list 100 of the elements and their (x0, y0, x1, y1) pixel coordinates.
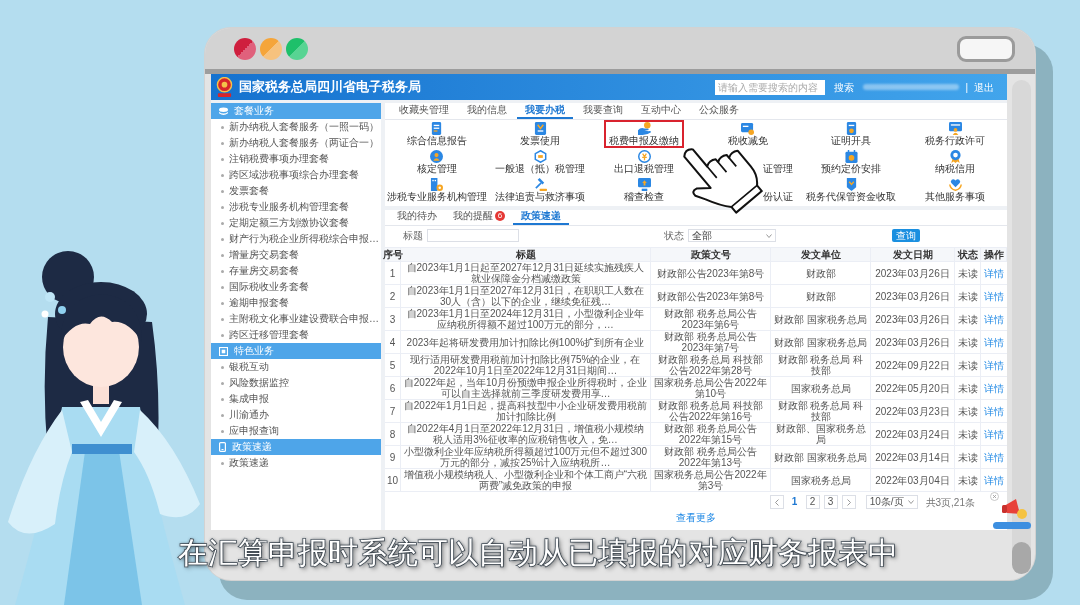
sidebar-item[interactable]: 风险数据监控 (211, 375, 381, 391)
table-cell: 2022年09月22日 (871, 354, 955, 376)
main-tab[interactable]: 我的信息 (459, 102, 515, 119)
table-cell: 未读 (955, 469, 981, 491)
notice-tab[interactable]: 政策速递 (513, 209, 569, 225)
table-cell: 财政部 税务总局 科技部公告2022年第28号 (651, 354, 771, 376)
sidebar-item[interactable]: 集成申报 (211, 391, 381, 407)
table-cell: 2022年03月04日 (871, 469, 955, 491)
table-cell: 未读 (955, 331, 981, 353)
service-link[interactable]: 税务行政许可 (920, 120, 991, 148)
sidebar-item[interactable]: 应申报查询 (211, 423, 381, 439)
table-cell: 现行适用研发费用税前加计扣除比例75%的企业，在2022年10月1日至2022年12月31日期间… (401, 354, 651, 376)
table-cell: 财政部 国家税务总局 (771, 331, 871, 353)
main-tab[interactable]: 互动中心 (633, 102, 689, 119)
table-cell: 财政部 税务总局公告2022年第13号 (651, 446, 771, 468)
view-more-link[interactable]: 查看更多 (676, 512, 716, 524)
sidebar-item[interactable]: 主附税文化事业建设费联合申报… (211, 311, 381, 327)
column-header: 政策文号 (651, 248, 771, 261)
megaphone-icon[interactable] (1002, 496, 1028, 520)
table-cell: 2023年03月26日 (871, 308, 955, 330)
service-link[interactable]: 纳税信用 (930, 148, 981, 176)
scrollbar-thumb[interactable] (1011, 542, 1031, 574)
sidebar-item[interactable]: 注销税费事项办理套餐 (211, 151, 381, 167)
emblem-icon (216, 77, 233, 97)
table-cell: 自2023年1月1日至2024年12月31日，小型微利企业年应纳税所得额不超过100万元的部分，… (401, 308, 651, 330)
service-link[interactable]: 出口退税管理 (609, 148, 680, 176)
details-link[interactable]: 详情 (984, 451, 1004, 463)
service-link[interactable]: 税收减免 (722, 120, 773, 148)
sidebar-item[interactable]: 新办纳税人套餐服务（两证合一） (211, 135, 381, 151)
page-button[interactable]: 1 (787, 495, 802, 509)
bullet-icon (221, 237, 224, 241)
title-field[interactable] (427, 229, 519, 242)
sidebar-item[interactable]: 财产行为税企业所得税综合申报… (211, 231, 381, 247)
table-cell: 2 (385, 285, 401, 307)
main-tab[interactable]: 收藏夹管理 (391, 102, 457, 119)
table-cell: 2022年03月14日 (871, 446, 955, 468)
hand-coin-icon (637, 122, 651, 135)
service-link[interactable]: 一般退（抵）税管理 (490, 148, 591, 176)
filter-label: 状态 (664, 229, 684, 243)
sidebar-item[interactable]: 政策速递 (211, 455, 381, 471)
notice-tab[interactable]: 我的提醒 6 (445, 209, 513, 225)
notice-tab[interactable]: 我的待办 (389, 209, 445, 225)
service-link[interactable]: 其他服务事项 (920, 176, 991, 204)
details-link[interactable]: 详情 (984, 359, 1004, 371)
details-link[interactable]: 详情 (984, 382, 1004, 394)
table-cell: 未读 (955, 423, 981, 445)
sidebar-item[interactable]: 发票套餐 (211, 183, 381, 199)
page-size-select[interactable]: 10条/页 (865, 495, 918, 509)
table-cell: 3 (385, 308, 401, 330)
main-tab[interactable]: 我要查询 (575, 102, 631, 119)
sidebar-item[interactable]: 跨区迁移管理套餐 (211, 327, 381, 343)
bullet-icon (221, 205, 224, 209)
sidebar-item[interactable]: 跨区域涉税事项综合办理套餐 (211, 167, 381, 183)
sidebar-item[interactable]: 新办纳税人套餐服务（一照一码） (211, 119, 381, 135)
details-link[interactable]: 详情 (984, 267, 1004, 279)
details-link[interactable]: 详情 (984, 336, 1004, 348)
bullet-icon (221, 317, 224, 321)
service-link[interactable]: 法律追责与救济事项 (490, 176, 591, 204)
separator-text: | (965, 80, 968, 95)
window-maximize-icon[interactable] (286, 37, 308, 60)
service-link[interactable]: 发票使用 (515, 120, 566, 148)
search-field[interactable]: 请输入需要搜索的内容 (715, 79, 826, 95)
sidebar-item[interactable]: 定期定额三方划缴协议套餐 (211, 215, 381, 231)
window-close-icon[interactable] (234, 37, 256, 60)
bullet-icon (221, 333, 224, 337)
gavel-icon (534, 178, 547, 191)
service-link[interactable]: 税费申报及缴纳 (604, 120, 685, 148)
page-button[interactable]: 3 (823, 495, 838, 509)
sidebar-item[interactable]: 国际税收业务套餐 (211, 279, 381, 295)
close-icon[interactable] (990, 492, 999, 501)
service-link[interactable]: 核定管理 (411, 148, 462, 176)
count-badge: 6 (495, 211, 505, 221)
window-pill-button[interactable] (957, 35, 1015, 62)
next-page-button[interactable] (841, 495, 856, 509)
bullet-icon (221, 157, 224, 161)
sidebar-item[interactable]: 川渝通办 (211, 407, 381, 423)
service-link[interactable]: 预约定价安排 (816, 148, 887, 176)
sidebar-item[interactable]: 逾期申报套餐 (211, 295, 381, 311)
service-link[interactable]: 涉税专业服务机构管理 (381, 176, 492, 204)
sidebar-item[interactable]: 增量房交易套餐 (211, 247, 381, 263)
sidebar-item[interactable]: 涉税专业服务机构管理套餐 (211, 199, 381, 215)
sidebar-item[interactable]: 存量房交易套餐 (211, 263, 381, 279)
column-header: 状态 (955, 248, 981, 261)
status-select[interactable]: 全部 (688, 229, 776, 242)
bullet-icon (221, 253, 224, 257)
page-button[interactable]: 2 (805, 495, 820, 509)
service-link[interactable]: 综合信息报告 (401, 120, 472, 148)
main-tab[interactable]: 我要办税 (517, 102, 573, 119)
previous-page-button[interactable] (769, 495, 784, 509)
details-link[interactable]: 详情 (984, 474, 1004, 486)
details-link[interactable]: 详情 (984, 290, 1004, 302)
details-link[interactable]: 详情 (984, 428, 1004, 440)
details-link[interactable]: 详情 (984, 313, 1004, 325)
table-cell: 增值税小规模纳税人、小型微利企业和个体工商户“六税两费”减免政策的申报 (401, 469, 651, 491)
service-link[interactable]: 税务代保管资金收取 (801, 176, 902, 204)
service-link[interactable]: 证明开具 (826, 120, 877, 148)
service-link[interactable]: 稽查检查 (619, 176, 670, 204)
sidebar-item[interactable]: 银税互动 (211, 359, 381, 375)
details-link[interactable]: 详情 (984, 405, 1004, 417)
main-tab[interactable]: 公众服务 (691, 102, 747, 119)
